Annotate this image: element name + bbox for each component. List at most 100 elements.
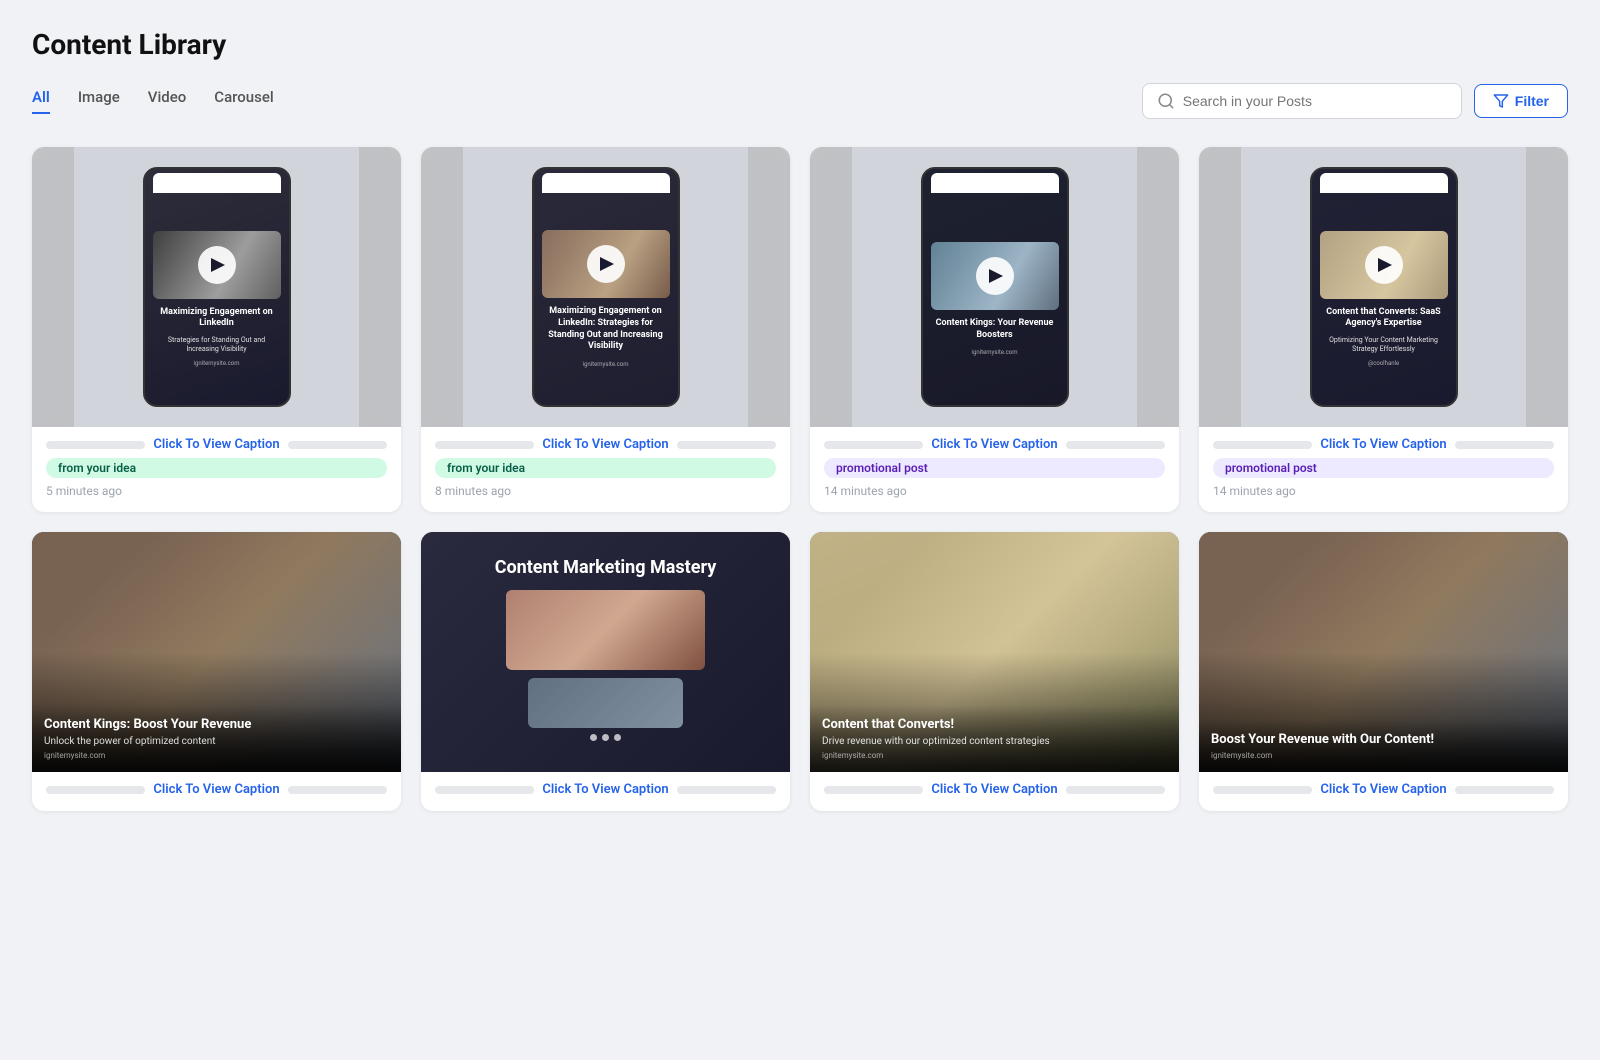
caption-link-3[interactable]: Click To View Caption — [931, 437, 1057, 452]
image-overlay-5: Content Kings: Boost Your Revenue Unlock… — [32, 705, 401, 772]
overlay-title-5: Content Kings: Boost Your Revenue — [44, 717, 389, 732]
phone-domain-4: @coolhanle — [1368, 360, 1399, 367]
phone-content: Content Kings: Your Revenue Boosters ign… — [923, 193, 1067, 405]
search-box[interactable] — [1142, 83, 1462, 119]
blur-left-3 — [810, 147, 852, 427]
search-input[interactable] — [1183, 93, 1447, 109]
phone-top-bar — [931, 173, 1059, 193]
filter-button[interactable]: Filter — [1474, 84, 1568, 118]
overlay-subtitle-5: Unlock the power of optimized content — [44, 736, 389, 747]
caption-bar-left-6 — [435, 786, 534, 794]
right-controls: Filter — [1142, 83, 1568, 119]
card-footer-8: Click To View Caption — [1199, 772, 1568, 811]
card-footer-7: Click To View Caption — [810, 772, 1179, 811]
content-grid: Maximizing Engagement on LinkedIn Strate… — [32, 147, 1568, 811]
card-footer-6: Click To View Caption — [421, 772, 790, 811]
image-overlay-8: Boost Your Revenue with Our Content! ign… — [1199, 720, 1568, 772]
caption-bar-left-5 — [46, 786, 145, 794]
media-wrapper-2: Maximizing Engagement on LinkedIn: Strat… — [421, 147, 790, 427]
phone-image-area — [1320, 231, 1448, 299]
phone-content: Maximizing Engagement on LinkedIn: Strat… — [534, 193, 678, 405]
caption-link-8[interactable]: Click To View Caption — [1320, 782, 1446, 797]
tab-all[interactable]: All — [32, 88, 50, 114]
caption-bar-left-8 — [1213, 786, 1312, 794]
play-button-4[interactable] — [1365, 246, 1403, 284]
overlay-domain-8: ignitemysite.com — [1211, 751, 1556, 760]
card-4: Content that Converts: SaaS Agency's Exp… — [1199, 147, 1568, 512]
caption-bar-right-4 — [1455, 441, 1554, 449]
carousel-image — [506, 590, 705, 670]
dot-2 — [602, 734, 609, 741]
phone-content: Maximizing Engagement on LinkedIn Strate… — [145, 193, 289, 405]
card-image-7: Content that Converts! Drive revenue wit… — [810, 532, 1179, 772]
caption-link-7[interactable]: Click To View Caption — [931, 782, 1057, 797]
caption-row-2: Click To View Caption — [435, 437, 776, 452]
phone-title-4: Content that Converts: SaaS Agency's Exp… — [1320, 305, 1448, 332]
phone-top-bar — [542, 173, 670, 193]
image-overlay-7: Content that Converts! Drive revenue wit… — [810, 705, 1179, 772]
caption-row-1: Click To View Caption — [46, 437, 387, 452]
play-button-1[interactable] — [198, 246, 236, 284]
blur-right-3 — [1137, 147, 1179, 427]
phone-mockup-2: Maximizing Engagement on LinkedIn: Strat… — [532, 167, 680, 407]
timestamp-4: 14 minutes ago — [1213, 484, 1554, 498]
carousel-image2 — [528, 678, 683, 728]
filter-icon — [1493, 93, 1509, 109]
play-button-2[interactable] — [587, 245, 625, 283]
blur-left-2 — [421, 147, 463, 427]
caption-bar-right-3 — [1066, 441, 1165, 449]
caption-link-5[interactable]: Click To View Caption — [153, 782, 279, 797]
search-icon — [1157, 92, 1175, 110]
card-2: Maximizing Engagement on LinkedIn: Strat… — [421, 147, 790, 512]
caption-bar-left-1 — [46, 441, 145, 449]
caption-row-6: Click To View Caption — [435, 782, 776, 797]
card-8: Boost Your Revenue with Our Content! ign… — [1199, 532, 1568, 811]
phone-title-3: Content Kings: Your Revenue Boosters — [931, 316, 1059, 343]
blur-left-4 — [1199, 147, 1241, 427]
timestamp-1: 5 minutes ago — [46, 484, 387, 498]
card-footer-5: Click To View Caption — [32, 772, 401, 811]
tab-video[interactable]: Video — [148, 88, 187, 114]
badge-3: promotional post — [824, 458, 1165, 478]
caption-bar-right-1 — [288, 441, 387, 449]
caption-link-4[interactable]: Click To View Caption — [1320, 437, 1446, 452]
tabs: All Image Video Carousel — [32, 88, 274, 114]
tab-image[interactable]: Image — [78, 88, 120, 114]
page-title: Content Library — [32, 28, 1568, 61]
phone-subtitle-1: Strategies for Standing Out and Increasi… — [153, 334, 281, 356]
caption-row-8: Click To View Caption — [1213, 782, 1554, 797]
phone-top-bar — [153, 173, 281, 193]
phone-title-1: Maximizing Engagement on LinkedIn — [153, 305, 281, 332]
caption-row-4: Click To View Caption — [1213, 437, 1554, 452]
caption-bar-left-4 — [1213, 441, 1312, 449]
caption-row-7: Click To View Caption — [824, 782, 1165, 797]
caption-link-1[interactable]: Click To View Caption — [153, 437, 279, 452]
phone-mockup-4: Content that Converts: SaaS Agency's Exp… — [1310, 167, 1458, 407]
caption-bar-right-7 — [1066, 786, 1165, 794]
carousel-media-6: Content Marketing Mastery — [421, 532, 790, 772]
caption-link-2[interactable]: Click To View Caption — [542, 437, 668, 452]
tab-carousel[interactable]: Carousel — [214, 88, 273, 114]
card-3: Content Kings: Your Revenue Boosters ign… — [810, 147, 1179, 512]
caption-link-6[interactable]: Click To View Caption — [542, 782, 668, 797]
play-button-3[interactable] — [976, 257, 1014, 295]
badge-1: from your idea — [46, 458, 387, 478]
carousel-title-6: Content Marketing Mastery — [495, 557, 717, 578]
phone-domain-2: ignitemysite.com — [583, 361, 629, 368]
card-7: Content that Converts! Drive revenue wit… — [810, 532, 1179, 811]
blur-right-2 — [748, 147, 790, 427]
card-6: Content Marketing Mastery Click To View … — [421, 532, 790, 811]
card-image-5: Content Kings: Boost Your Revenue Unlock… — [32, 532, 401, 772]
dot-1 — [590, 734, 597, 741]
timestamp-3: 14 minutes ago — [824, 484, 1165, 498]
caption-bar-right-2 — [677, 441, 776, 449]
top-bar: All Image Video Carousel Filter — [32, 83, 1568, 119]
timestamp-2: 8 minutes ago — [435, 484, 776, 498]
blur-left-1 — [32, 147, 74, 427]
blur-right-4 — [1526, 147, 1568, 427]
phone-top-bar — [1320, 173, 1448, 193]
caption-row-5: Click To View Caption — [46, 782, 387, 797]
card-footer-1: Click To View Caption from your idea 5 m… — [32, 427, 401, 512]
overlay-domain-7: ignitemysite.com — [822, 751, 1167, 760]
caption-bar-left-2 — [435, 441, 534, 449]
